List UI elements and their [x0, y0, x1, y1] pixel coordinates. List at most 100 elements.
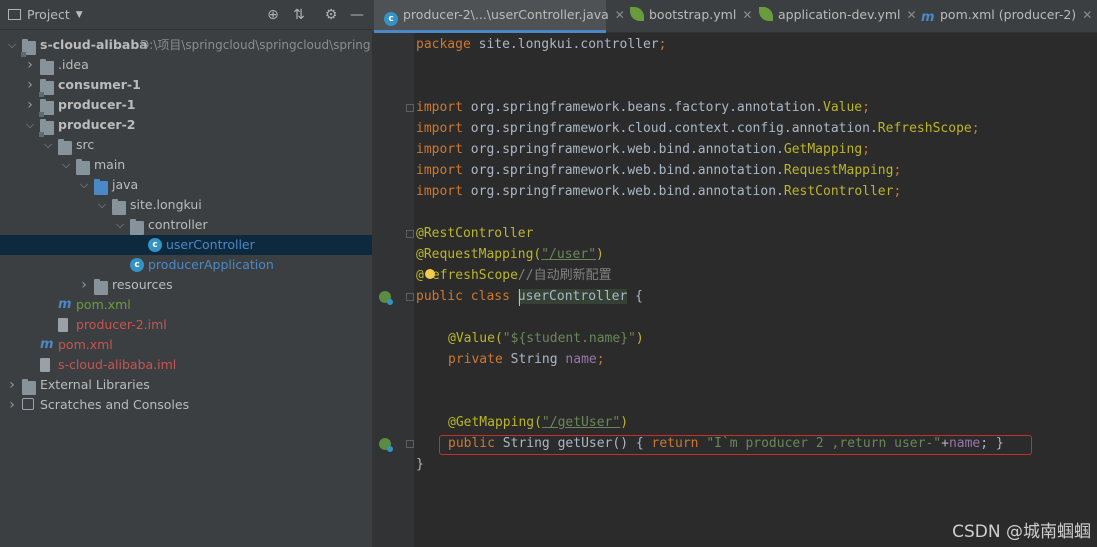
spring-bean-gutter-icon[interactable] [379, 291, 393, 305]
tree-item-label: main [94, 157, 126, 172]
tree-item[interactable]: › producer-1 [0, 95, 372, 117]
tree-item[interactable]: s-cloud-alibaba.iml [0, 355, 372, 375]
code-line-field: private String name; [448, 349, 605, 370]
tree-item[interactable]: › consumer-1 [0, 75, 372, 97]
tree-item-label: producer-2 [58, 117, 136, 132]
gear-icon[interactable]: ⚙ [318, 0, 344, 30]
annotation: @GetMapping( [448, 415, 542, 430]
fold-marker[interactable] [406, 104, 414, 112]
chevron-down-icon[interactable]: ⌵ [96, 195, 108, 215]
tree-item[interactable]: m pom.xml [0, 295, 372, 315]
tree-item[interactable]: ⌵ site.longkui [0, 195, 372, 215]
tree-item[interactable]: › .idea [0, 55, 372, 75]
chevron-right-icon[interactable]: › [24, 75, 36, 95]
import-package: org.springframework.cloud.context.config… [470, 121, 878, 136]
module-folder-icon [21, 39, 36, 57]
chevron-down-icon[interactable]: ⌵ [24, 115, 36, 135]
import-package: org.springframework.web.bind.annotation. [470, 184, 784, 199]
import-package: org.springframework.beans.factory.annota… [470, 100, 823, 115]
editor-tab-bar: c producer-2\...\userController.java ✕ boo… [372, 0, 1097, 33]
fold-marker[interactable] [406, 440, 414, 448]
tree-item-label: Scratches and Consoles [40, 397, 190, 412]
tree-item[interactable]: › External Libraries [0, 375, 372, 395]
tree-item[interactable]: c producerApplication [0, 255, 372, 275]
annotation: ) [635, 331, 644, 346]
code-line-close-brace: } [416, 454, 424, 475]
collapse-all-icon[interactable]: ⇅ [286, 0, 312, 30]
project-view-selector[interactable]: Project [27, 7, 70, 22]
close-icon[interactable]: ✕ [1082, 8, 1092, 22]
scratches-icon [22, 398, 34, 410]
spring-leaf-icon [759, 7, 773, 21]
code-line-import: import org.springframework.beans.factory… [416, 97, 870, 118]
folder-icon [40, 59, 54, 75]
chevron-right-icon[interactable]: › [6, 395, 18, 415]
tree-item[interactable]: c userController [0, 235, 372, 255]
tab-bootstrap-yml[interactable]: bootstrap.yml ✕ [624, 0, 752, 33]
tree-item-label: site.longkui [130, 197, 202, 212]
fold-marker[interactable] [406, 293, 414, 301]
module-folder-icon [39, 99, 54, 117]
tree-item[interactable]: ⌵ producer-2 [0, 115, 372, 137]
string-literal: "/user" [541, 247, 597, 262]
tree-item-label: src [76, 137, 95, 152]
chevron-right-icon[interactable]: › [24, 55, 36, 75]
project-panel-header: Project ▼ ⊕ ⇅ ⚙ — [0, 0, 372, 30]
fold-marker[interactable] [406, 230, 414, 238]
keyword: public class [416, 289, 518, 304]
tree-item-label: consumer-1 [58, 77, 141, 92]
locate-file-icon[interactable]: ⊕ [260, 0, 286, 30]
chevron-down-icon[interactable]: ⌵ [60, 155, 72, 175]
keyword: package [416, 37, 479, 52]
chevron-right-icon[interactable]: › [6, 375, 18, 395]
spring-mapping-gutter-icon[interactable] [379, 438, 393, 452]
source-folder-icon [94, 179, 108, 195]
tab-pom-xml[interactable]: m pom.xml (producer-2) ✕ [917, 0, 1092, 33]
tree-item-label: controller [148, 217, 208, 232]
tree-item-label: java [112, 177, 139, 192]
code-line-import: import org.springframework.web.bind.anno… [416, 160, 901, 181]
maven-icon: m [921, 10, 935, 25]
resources-folder-icon [94, 279, 108, 295]
tree-item[interactable]: m pom.xml [0, 335, 372, 355]
intention-bulb-icon[interactable] [425, 269, 435, 279]
chevron-down-icon[interactable]: ⌵ [6, 35, 18, 55]
tab-label: producer-2\...\userController.java [403, 7, 609, 22]
tree-item[interactable]: ⌵ controller [0, 215, 372, 235]
keyword: private [448, 352, 511, 367]
tree-item-label: resources [112, 277, 173, 292]
tab-label: application-dev.yml [778, 7, 901, 22]
close-icon[interactable]: ✕ [742, 8, 752, 22]
chevron-down-icon[interactable]: ⌵ [78, 175, 90, 195]
tree-item[interactable]: producer-2.iml [0, 315, 372, 335]
tree-item[interactable]: ⌵ main [0, 155, 372, 175]
tree-item-label: producerApplication [148, 257, 274, 272]
tree-item[interactable]: ⌵ java [0, 175, 372, 195]
chevron-right-icon[interactable]: › [24, 95, 36, 115]
code-editor[interactable]: package site.longkui.controller; import … [372, 33, 1097, 547]
semicolon: ; [893, 163, 902, 178]
chevron-down-icon[interactable]: ⌵ [42, 135, 54, 155]
code-line-package: package site.longkui.controller; [416, 34, 666, 55]
tree-item[interactable]: ⌵ s-cloud-alibaba D:\项目\springcloud\spring… [0, 35, 372, 57]
code-line-value-annotation: @Value("${student.name}") [448, 328, 644, 349]
chevron-right-icon[interactable]: › [78, 275, 90, 295]
tree-item[interactable]: ⌵ src [0, 135, 372, 155]
keyword: import [416, 163, 471, 178]
keyword: import [416, 100, 471, 115]
hide-panel-icon[interactable]: — [344, 0, 370, 30]
chevron-down-icon[interactable]: ⌵ [114, 215, 126, 235]
close-icon[interactable]: ✕ [907, 8, 917, 22]
package-name: site.longkui.controller [478, 37, 659, 52]
tab-application-dev-yml[interactable]: application-dev.yml ✕ [755, 0, 917, 33]
code-line-class-declaration: public class userController { [416, 286, 643, 307]
libraries-icon [22, 379, 36, 395]
tree-item-label: External Libraries [40, 377, 150, 392]
tree-item[interactable]: › Scratches and Consoles [0, 395, 372, 415]
tree-item[interactable]: › resources [0, 275, 372, 295]
tree-item-label: producer-1 [58, 97, 136, 112]
semicolon: ; [596, 352, 605, 367]
chevron-down-icon[interactable]: ▼ [76, 10, 83, 20]
tab-usercontroller-java[interactable]: c producer-2\...\userController.java ✕ [374, 0, 625, 33]
tree-item-label: s-cloud-alibaba [40, 37, 148, 52]
